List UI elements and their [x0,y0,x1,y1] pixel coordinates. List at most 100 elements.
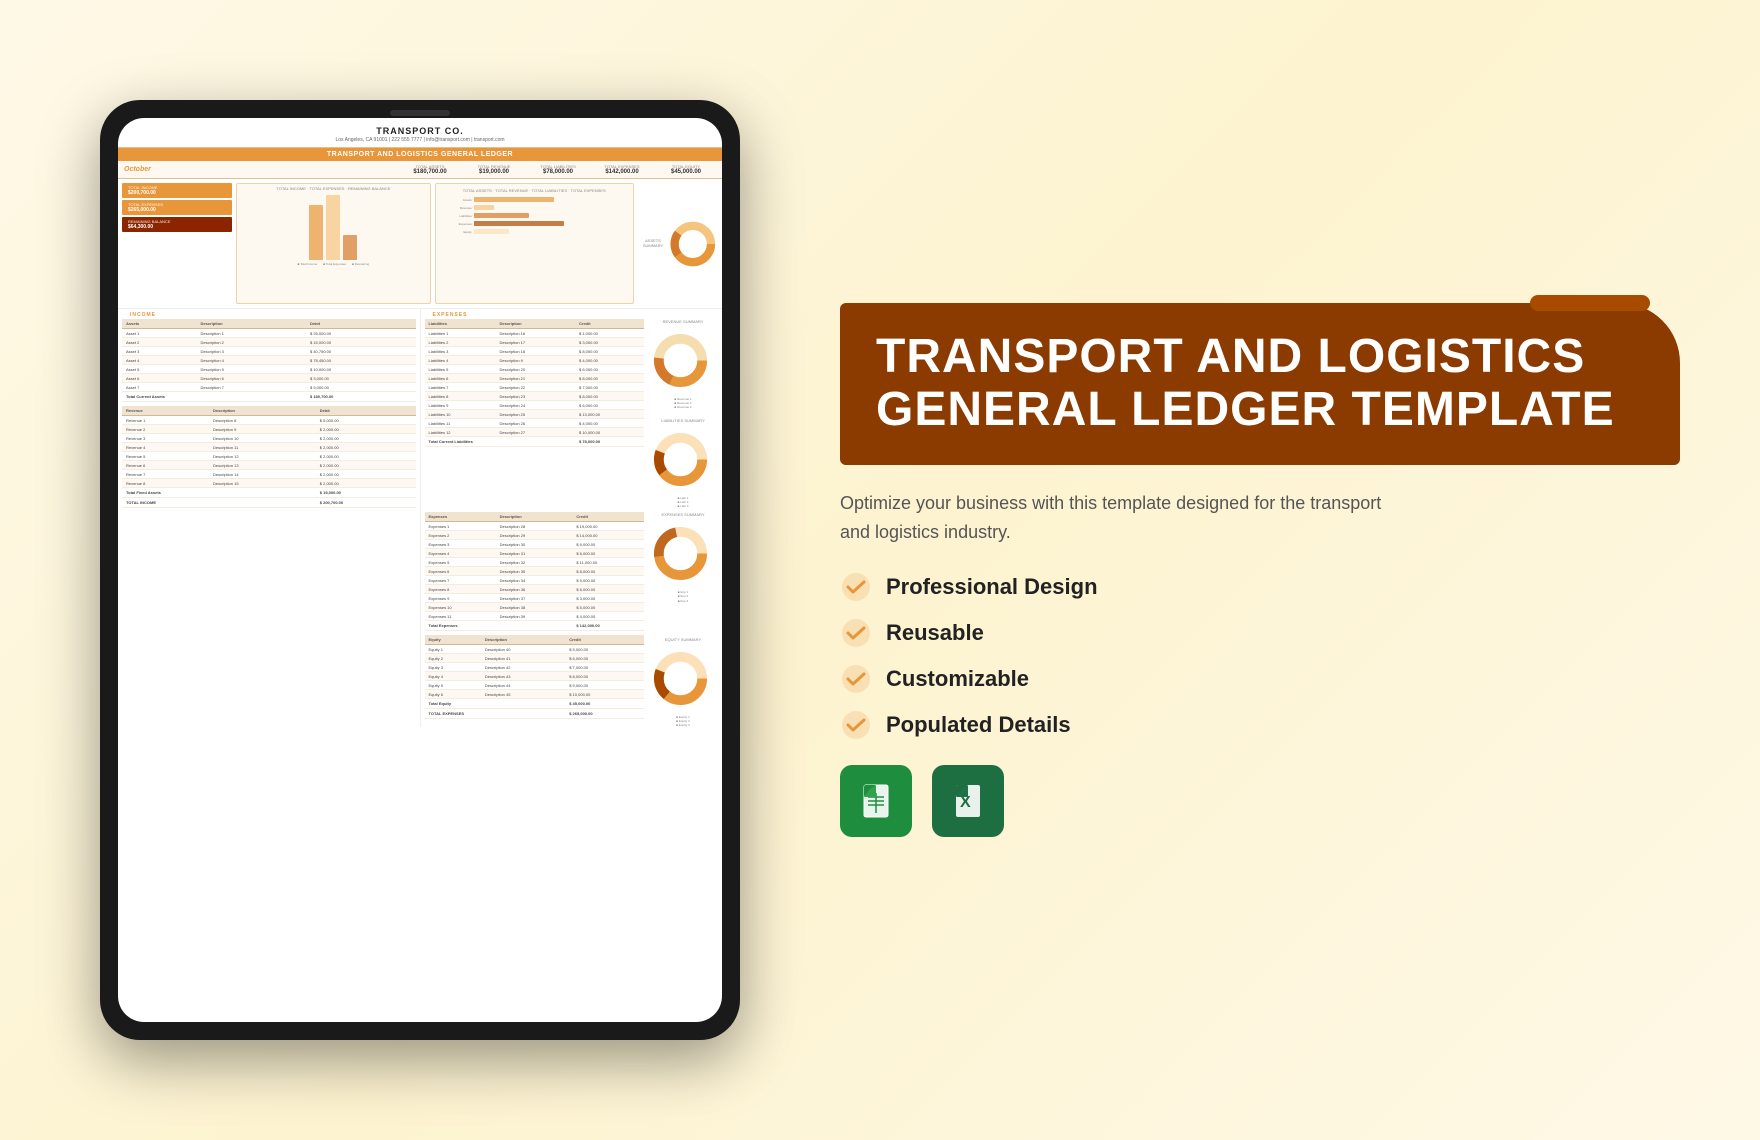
table-row: Expenses 1Description 28$ 19,000.00 [425,522,645,531]
title-line-2: GENERAL LEDGER TEMPLATE [876,384,1644,437]
summary-cards: TOTAL INCOME $200,700.00 TOTAL EXPENSES … [122,183,232,232]
kpi-total-expenses: TOTAL EXPENSES $142,000.00 [592,164,652,175]
kpi-total-assets: TOTAL ASSETS $180,700.00 [400,164,460,175]
table-row: Asset 6Description 6$ 3,000.00 [122,374,416,383]
table-row: Revenue 3Description 10$ 2,000.00 [122,434,416,443]
table-row: Liabilities 2Description 17$ 3,000.00 [425,338,645,347]
table-row: Asset 5Description 5$ 10,000.00 [122,365,416,374]
feature-reusable-label: Reusable [886,620,984,646]
table-row: Liabilities 7Description 22$ 7,000.00 [425,383,645,392]
table-row: Equity 4Description 43$ 8,000.00 [425,672,645,681]
feature-professional-label: Professional Design [886,574,1098,600]
bar-expenses [326,195,340,260]
table-row: Equity 6Description 45$ 10,000.00 [425,690,645,699]
total-expenses-row: Total Expenses $ 142,000.00 [425,621,645,631]
total-income-card: TOTAL INCOME $200,700.00 [122,183,232,198]
kpi-total-equity: TOTAL EQUITY $45,000.00 [656,164,716,175]
spreadsheet-title: TRANSPORT AND LOGISTICS GENERAL LEDGER [118,148,722,161]
excel-icon[interactable]: X [932,765,1004,837]
table-row: Revenue 6Description 13$ 2,000.00 [122,461,416,470]
total-current-liabilities-row: Total Current Liabilities $ 78,000.00 [425,437,645,447]
check-icon-populated [840,709,872,741]
right-tables-col: EXPENSES Liabilities Description Cr [420,309,719,727]
sheets-logo [856,781,896,821]
table-row: Liabilities 5Description 20$ 6,000.00 [425,365,645,374]
company-name: TRANSPORT CO. [122,126,718,136]
kpi-total-revenue: TOTAL REVENUE $19,000.00 [464,164,524,175]
table-row: Asset 4Description 4$ 78,450.00 [122,356,416,365]
total-current-assets-row: Total Current Assets $ 180,700.00 [122,392,416,402]
table-row: Equity 1Description 40$ 5,000.00 [425,645,645,654]
table-row: Expenses 4Description 31$ 6,000.00 [425,549,645,558]
description: Optimize your business with this templat… [840,489,1400,547]
table-row: Expenses 10Description 38$ 5,000.00 [425,603,645,612]
equity-donut [648,646,713,711]
bar-chart [239,193,428,262]
feature-populated-label: Populated Details [886,712,1071,738]
table-row: Expenses 7Description 34$ 9,000.00 [425,576,645,585]
table-row: Equity 3Description 42$ 7,000.00 [425,663,645,672]
total-fixed-assets-row: Total Fixed Assets $ 19,000.00 [122,488,416,498]
table-row: Expenses 5Description 32$ 11,000.00 [425,558,645,567]
table-row: Asset 7Description 7$ 9,000.00 [122,383,416,392]
tablet-frame: TRANSPORT CO. Los Angeles, CA 91001 | 22… [100,100,740,1040]
right-donuts-col-2: EXPENSES SUMMARY ■ Exp 1■ Exp 2■ Exp 3 [648,512,718,727]
revenue-table: Revenue Description Debit Revenue 1Descr… [122,406,416,508]
bar-chart-block: TOTAL INCOME · TOTAL EXPENSES · REMAININ… [236,183,431,304]
check-icon-reusable [840,617,872,649]
excel-logo: X [948,781,988,821]
spreadsheet-header: TRANSPORT CO. Los Angeles, CA 91001 | 22… [118,118,722,148]
tablet-camera [390,110,450,116]
table-row: Revenue 5Description 12$ 2,000.00 [122,452,416,461]
table-row: Revenue 7Description 14$ 2,000.00 [122,470,416,479]
income-label: INCOME [122,309,416,319]
expenses-label: EXPENSES [425,309,719,319]
table-row: Expenses 2Description 29$ 14,000.00 [425,531,645,540]
table-row: Expenses 9Description 37$ 3,000.00 [425,594,645,603]
feature-populated-details: Populated Details [840,709,1680,741]
title-line-1: TRANSPORT AND LOGISTICS [876,331,1644,384]
table-row: Expenses 3Description 30$ 9,000.00 [425,540,645,549]
expenses-with-charts: Expenses Description Credit Expenses 1De… [425,512,719,727]
assets-donut-container: ASSETS SUMMARY [638,183,718,304]
liabilities-table: Liabilities Description Credit Liabiliti… [425,319,645,447]
table-row: Liabilities 4Description 9$ 4,000.00 [425,356,645,365]
table-row: Revenue 2Description 9$ 2,000.00 [122,425,416,434]
table-row: Liabilities 11Description 26$ 4,000.00 [425,419,645,428]
expenses-table: Expenses Description Credit Expenses 1De… [425,512,645,631]
table-row: Asset 3Description 3$ 40,750.00 [122,347,416,356]
table-row: Expenses 11Description 39$ 4,000.00 [425,612,645,621]
table-row: Liabilities 12Description 27$ 10,000.00 [425,428,645,437]
main-container: TRANSPORT CO. Los Angeles, CA 91001 | 22… [80,70,1680,1070]
main-tables: INCOME Assets Description Debit Asset [118,309,722,727]
table-row: Liabilities 6Description 21$ 8,000.00 [425,374,645,383]
features-list: Professional Design Reusable Customizabl… [840,571,1680,741]
expenses-table-wrapper: Expenses Description Credit Expenses 1De… [425,512,645,727]
title-banner: TRANSPORT AND LOGISTICS GENERAL LEDGER T… [840,303,1680,465]
google-sheets-icon[interactable] [840,765,912,837]
bar-chart-legend: ■ Total Income ■ Total Expenses ■ Remain… [239,262,428,266]
kpi-summary-row: October TOTAL ASSETS $180,700.00 TOTAL R… [118,161,722,179]
table-row: Asset 1Description 1$ 25,000.00 [122,329,416,338]
right-panel: TRANSPORT AND LOGISTICS GENERAL LEDGER T… [820,283,1680,856]
horiz-chart: Assets Revenue Liabilities [440,195,629,236]
table-row: Liabilities 3Description 18$ 8,000.00 [425,347,645,356]
kpi-blocks: TOTAL ASSETS $180,700.00 TOTAL REVENUE $… [194,164,716,175]
feature-reusable: Reusable [840,617,1680,649]
feature-customizable: Customizable [840,663,1680,695]
feature-professional-design: Professional Design [840,571,1680,603]
liabilities-table-wrapper: Liabilities Description Credit Liabiliti… [425,319,645,508]
summary-cards-col: TOTAL INCOME $200,700.00 TOTAL EXPENSES … [122,183,232,304]
total-income-row: TOTAL INCOME $ 200,700.00 [122,498,416,508]
table-row: Revenue 1Description 8$ 5,000.00 [122,416,416,425]
table-row: Asset 2Description 2$ 15,000.00 [122,338,416,347]
revenue-donut [648,328,713,393]
table-row: Liabilities 1Description 16$ 1,000.00 [425,329,645,338]
table-row: Expenses 6Description 35$ 8,000.00 [425,567,645,576]
check-icon-professional [840,571,872,603]
check-icon-customizable [840,663,872,695]
format-icons: X [840,765,1680,837]
horiz-chart-block: TOTAL ASSETS · TOTAL REVENUE · TOTAL LIA… [435,183,634,304]
liabilities-with-charts: Liabilities Description Credit Liabiliti… [425,319,719,508]
remaining-balance-card: REMAINING BALANCE $64,300.00 [122,217,232,232]
